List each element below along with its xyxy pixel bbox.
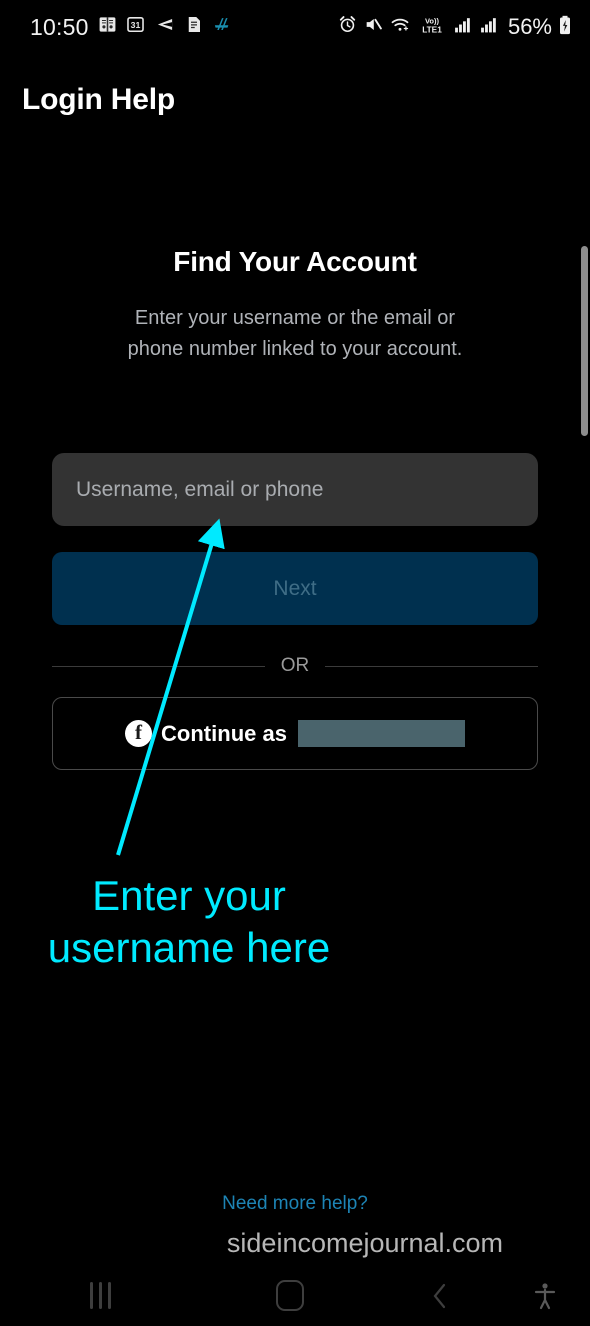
battery-charging-icon [558, 15, 572, 40]
divider-line-left [52, 665, 265, 667]
rewind-icon [154, 15, 176, 39]
back-icon[interactable] [380, 1280, 500, 1312]
divider-line-right [325, 665, 538, 667]
svg-text:31: 31 [130, 20, 140, 30]
page-title: Login Help [22, 83, 175, 116]
find-account-title: Find Your Account [173, 246, 417, 277]
svg-text:Vo)): Vo)) [425, 16, 440, 25]
redacted-account-name [297, 720, 465, 747]
alarm-icon [338, 15, 357, 39]
app-teal-icon [212, 15, 232, 39]
annotation-text: Enter your username here [0, 870, 378, 974]
continue-as-button[interactable]: f Continue as [52, 697, 538, 770]
signal-bars-2-icon [479, 15, 499, 39]
home-icon[interactable] [200, 1280, 380, 1311]
system-nav-bar [0, 1265, 590, 1326]
note-document-icon [185, 15, 203, 39]
divider-label: OR [280, 655, 310, 676]
or-divider: OR [52, 652, 538, 680]
home-square [276, 1280, 304, 1311]
need-more-help-link[interactable]: Need more help? [0, 1193, 590, 1215]
mute-icon [363, 15, 383, 39]
volte-icon: Vo)) LTE1 [417, 15, 447, 40]
annotation-line-1: Enter your [92, 872, 286, 919]
status-bar-right: Vo)) LTE1 56% [338, 14, 572, 40]
calendar-icon: 31 [126, 15, 145, 39]
annotation-line-2: username here [47, 924, 331, 971]
continue-as-label: Continue as [161, 720, 287, 746]
username-input[interactable] [52, 453, 538, 526]
subtitle-line-1: Enter your username or the email or [134, 307, 456, 329]
dictionary-icon [98, 15, 117, 39]
find-account-subtitle: Enter your username or the email or phon… [0, 303, 590, 365]
facebook-f-glyph: f [135, 720, 143, 744]
facebook-icon: f [125, 720, 153, 747]
accessibility-icon[interactable] [500, 1280, 590, 1312]
app-header: Login Help [0, 72, 590, 128]
watermark: sideincomejournal.com [226, 1228, 504, 1258]
recents-icon[interactable] [0, 1282, 200, 1309]
recents-bars [89, 1282, 111, 1309]
wifi-icon [389, 15, 411, 39]
next-button[interactable]: Next [52, 552, 538, 625]
svg-text:LTE1: LTE1 [422, 25, 442, 34]
battery-percent: 56% [507, 14, 552, 39]
status-time: 10:50 [30, 13, 89, 40]
status-bar-left: 10:50 31 [30, 14, 232, 41]
subtitle-line-2: phone number linked to your account. [127, 338, 463, 360]
signal-bars-1-icon [453, 15, 473, 39]
status-bar: 10:50 31 Vo)) LTE1 56% [0, 0, 590, 54]
